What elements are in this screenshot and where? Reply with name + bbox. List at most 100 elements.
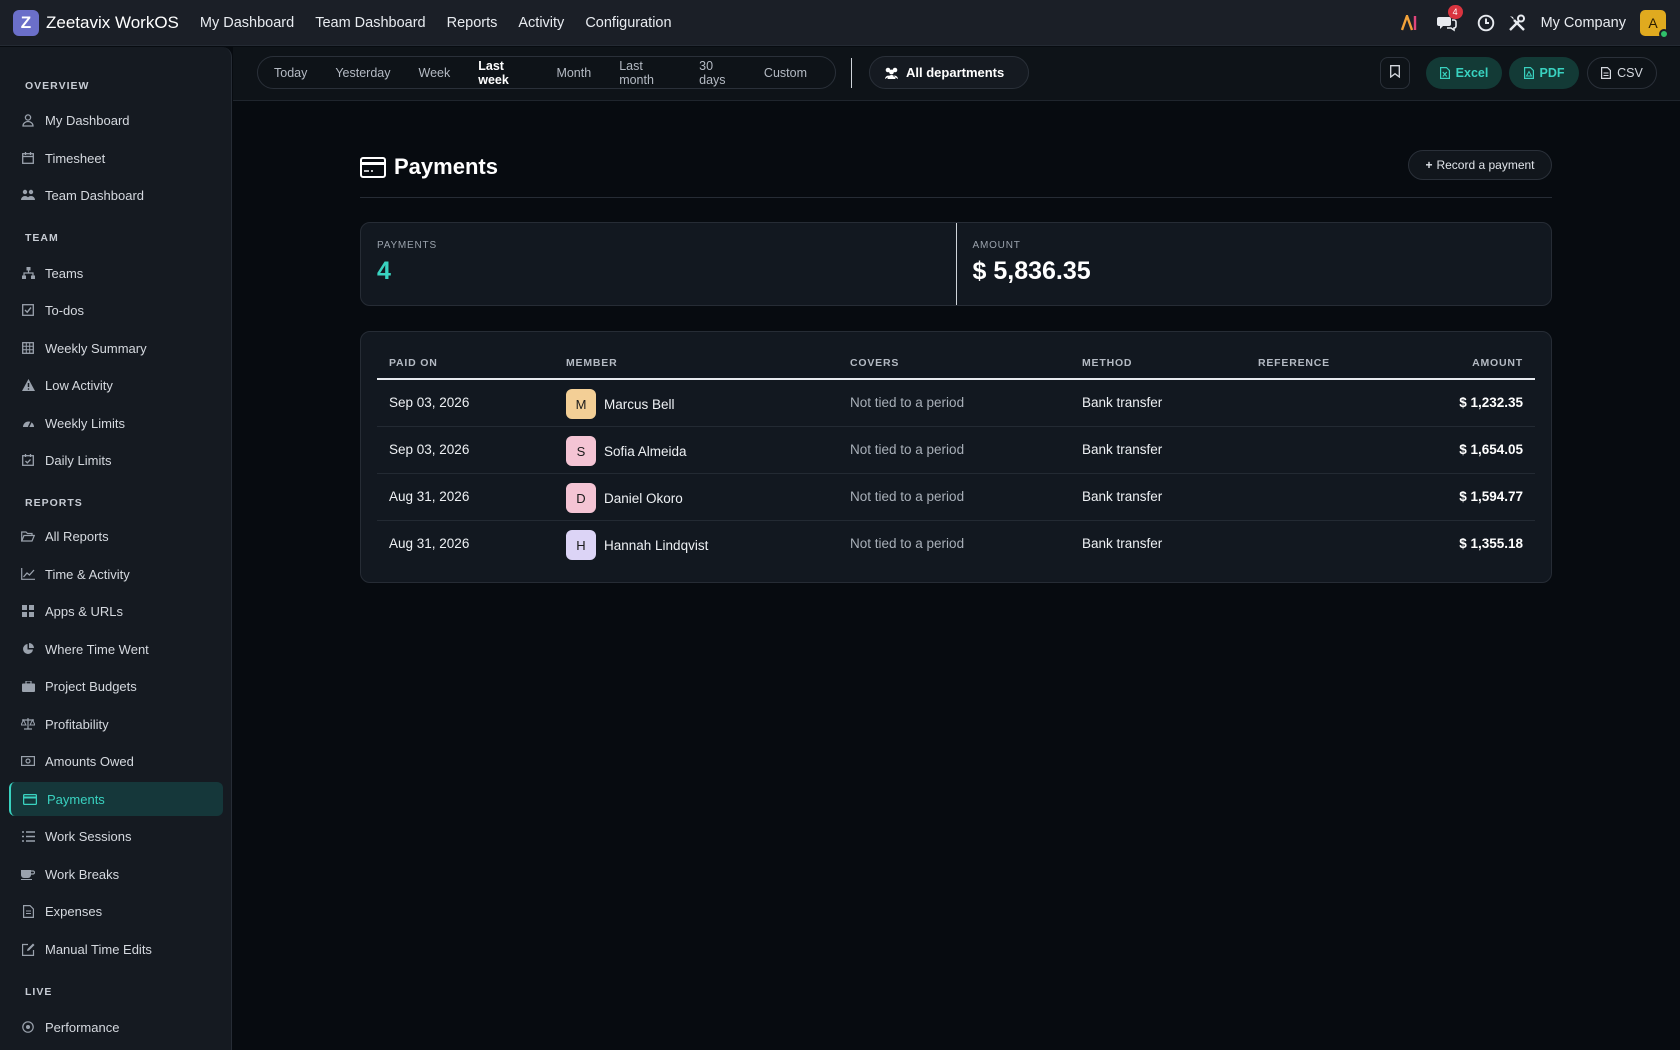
sidebar-item-timesheet[interactable]: Timesheet — [9, 141, 223, 175]
file-invoice-icon — [21, 904, 35, 918]
sidebar-item-payments[interactable]: Payments — [9, 782, 223, 816]
range-week[interactable]: Week — [419, 66, 451, 80]
sidebar-item-label: Performance — [45, 1019, 120, 1035]
sidebar-item-low-activity[interactable]: Low Activity — [9, 368, 223, 402]
sidebar-item-expenses[interactable]: Expenses — [9, 894, 223, 928]
cell-member[interactable]: S Sofia Almeida — [566, 436, 687, 466]
sidebar-item-apps-urls[interactable]: Apps & URLs — [9, 594, 223, 628]
sidebar-item-team-dashboard[interactable]: Team Dashboard — [9, 178, 223, 212]
range-30-days[interactable]: 30 days — [699, 59, 736, 87]
top-right-actions: 4 My Company A — [1400, 0, 1680, 46]
clock-icon[interactable] — [1477, 13, 1497, 33]
sidebar-item-amounts-owed[interactable]: Amounts Owed — [9, 744, 223, 778]
chat-icon[interactable]: 4 — [1436, 5, 1463, 34]
brand[interactable]: Z Zeetavix WorkOS — [13, 9, 179, 36]
sidebar-item-daily-limits[interactable]: Daily Limits — [9, 443, 223, 477]
sidebar-section-live: LIVE — [25, 986, 53, 998]
user-icon — [21, 113, 35, 127]
checkbox-icon — [21, 303, 35, 317]
topnav-configuration[interactable]: Configuration — [585, 15, 671, 31]
table-row[interactable]: Aug 31, 2026 D Daniel Okoro Not tied to … — [377, 474, 1535, 521]
cell-member[interactable]: M Marcus Bell — [566, 389, 675, 419]
member-name: Sofia Almeida — [604, 443, 687, 459]
sidebar-item-manual-time-edits[interactable]: Manual Time Edits — [9, 932, 223, 966]
cell-member[interactable]: D Daniel Okoro — [566, 483, 683, 513]
sidebar-item-label: Where Time Went — [45, 641, 149, 657]
company-selector[interactable]: My Company — [1541, 15, 1626, 31]
col-member[interactable]: MEMBER — [566, 357, 617, 369]
topnav-my-dashboard[interactable]: My Dashboard — [200, 15, 294, 31]
page-title-text: Payments — [394, 154, 498, 179]
table-row[interactable]: Sep 03, 2026 M Marcus Bell Not tied to a… — [377, 380, 1535, 427]
export-pdf-button[interactable]: PDF — [1509, 57, 1579, 89]
brand-name: Zeetavix WorkOS — [46, 12, 179, 32]
page-header: Payments + Record a payment — [360, 148, 1552, 198]
online-status-dot — [1659, 29, 1669, 39]
sidebar-item-performance[interactable]: Performance — [9, 1010, 223, 1044]
export-excel-button[interactable]: Excel — [1426, 57, 1502, 89]
col-paid-on[interactable]: PAID ON — [389, 357, 438, 369]
cell-amount: $ 1,654.05 — [1459, 442, 1523, 457]
stat-payments: PAYMENTS 4 — [361, 223, 956, 305]
range-month[interactable]: Month — [556, 66, 591, 80]
sidebar-item-my-dashboard[interactable]: My Dashboard — [9, 103, 223, 137]
record-payment-label: Record a payment — [1436, 158, 1535, 172]
sidebar-item-label: Time & Activity — [45, 566, 130, 582]
col-covers[interactable]: COVERS — [850, 357, 899, 369]
sidebar-item-project-budgets[interactable]: Project Budgets — [9, 669, 223, 703]
member-name: Marcus Bell — [604, 396, 675, 412]
sidebar-item-to-dos[interactable]: To-dos — [9, 293, 223, 327]
cell-method: Bank transfer — [1082, 489, 1163, 504]
range-last-month[interactable]: Last month — [619, 59, 671, 87]
col-method[interactable]: METHOD — [1082, 357, 1132, 369]
tools-icon[interactable] — [1508, 13, 1528, 33]
briefcase-icon — [21, 679, 35, 693]
sidebar-item-label: Team Dashboard — [45, 187, 144, 203]
sidebar-item-teams[interactable]: Teams — [9, 256, 223, 290]
sidebar-item-profitability[interactable]: Profitability — [9, 707, 223, 741]
department-filter[interactable]: All departments — [869, 56, 1029, 89]
sidebar-item-weekly-summary[interactable]: Weekly Summary — [9, 331, 223, 365]
range-custom[interactable]: Custom — [764, 66, 807, 80]
sidebar: OVERVIEW My Dashboard Timesheet Team Das… — [0, 47, 232, 1050]
topnav-activity[interactable]: Activity — [518, 15, 564, 31]
cell-member[interactable]: H Hannah Lindqvist — [566, 530, 708, 560]
topnav-team-dashboard[interactable]: Team Dashboard — [315, 15, 425, 31]
sidebar-item-all-reports[interactable]: All Reports — [9, 519, 223, 553]
target-icon — [21, 1020, 35, 1034]
sidebar-item-label: Profitability — [45, 716, 109, 732]
member-name: Hannah Lindqvist — [604, 537, 709, 553]
user-avatar[interactable]: A — [1640, 10, 1669, 39]
cell-covers: Not tied to a period — [850, 395, 965, 410]
credit-card-icon — [360, 156, 386, 178]
sidebar-item-work-breaks[interactable]: Work Breaks — [9, 857, 223, 891]
record-payment-button[interactable]: + Record a payment — [1408, 150, 1552, 180]
topnav-reports[interactable]: Reports — [447, 15, 498, 31]
sidebar-item-label: Manual Time Edits — [45, 941, 152, 957]
scale-icon — [21, 717, 35, 731]
bookmark-icon — [1390, 65, 1400, 81]
col-reference[interactable]: REFERENCE — [1258, 357, 1330, 369]
range-today[interactable]: Today — [274, 66, 307, 80]
users-icon — [21, 188, 35, 202]
col-amount[interactable]: AMOUNT — [1472, 357, 1523, 369]
sidebar-item-work-sessions[interactable]: Work Sessions — [9, 819, 223, 853]
chat-count-badge: 4 — [1447, 5, 1463, 19]
ai-assistant-icon[interactable] — [1400, 12, 1423, 34]
sidebar-item-label: Weekly Limits — [45, 415, 125, 431]
file-excel-icon — [1439, 67, 1450, 79]
range-yesterday[interactable]: Yesterday — [335, 66, 390, 80]
sidebar-item-where-time-went[interactable]: Where Time Went — [9, 632, 223, 666]
sidebar-item-time-activity[interactable]: Time & Activity — [9, 557, 223, 591]
export-csv-button[interactable]: CSV — [1587, 57, 1657, 89]
cell-amount: $ 1,594.77 — [1459, 489, 1523, 504]
range-last-week[interactable]: Last week — [478, 59, 528, 87]
bookmark-button[interactable] — [1380, 57, 1410, 89]
member-avatar: M — [566, 389, 596, 419]
table-row[interactable]: Aug 31, 2026 H Hannah Lindqvist Not tied… — [377, 521, 1535, 568]
stat-amount-label: AMOUNT — [972, 240, 1021, 251]
sidebar-section-reports: REPORTS — [25, 497, 83, 509]
sidebar-item-weekly-limits[interactable]: Weekly Limits — [9, 406, 223, 440]
table-row[interactable]: Sep 03, 2026 S Sofia Almeida Not tied to… — [377, 427, 1535, 474]
sidebar-item-label: Apps & URLs — [45, 603, 124, 619]
